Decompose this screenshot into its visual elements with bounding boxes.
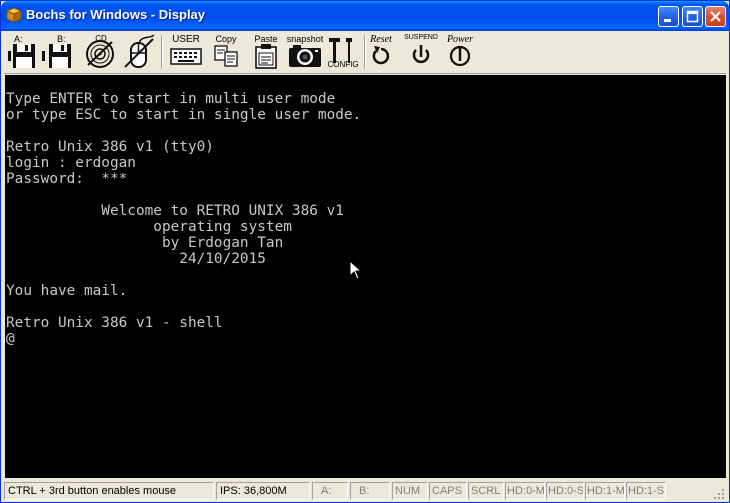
clipboard-paste-icon bbox=[255, 44, 277, 69]
terminal-line: Retro Unix 386 v1 - shell bbox=[6, 315, 223, 331]
status-caps-lock: CAPS bbox=[429, 482, 467, 500]
cdrom-button[interactable]: CD bbox=[82, 33, 120, 71]
floppy-a-button[interactable]: A: bbox=[6, 33, 42, 71]
resize-grip-icon[interactable] bbox=[713, 488, 725, 500]
power-icon bbox=[449, 45, 471, 67]
suspend-icon bbox=[412, 45, 430, 64]
camera-icon bbox=[289, 45, 321, 67]
maximize-icon bbox=[686, 10, 699, 23]
terminal-line: Type ENTER to start in multi user mode bbox=[6, 91, 336, 107]
status-num-lock: NUM bbox=[392, 482, 428, 500]
bochs-icon bbox=[6, 7, 22, 23]
bochs-window: Bochs for Windows - Display A: B: CD USE… bbox=[0, 0, 730, 503]
terminal-line: by Erdogan Tan bbox=[6, 235, 284, 251]
paste-button[interactable]: Paste bbox=[246, 33, 286, 71]
status-hint: CTRL + 3rd button enables mouse bbox=[4, 482, 214, 500]
minimize-icon bbox=[664, 19, 671, 22]
reset-icon bbox=[372, 46, 390, 65]
cd-disc-icon bbox=[86, 40, 114, 68]
emulator-display[interactable]: Type ENTER to start in multi user mode o… bbox=[5, 75, 726, 478]
maximize-button[interactable] bbox=[682, 6, 703, 27]
terminal-line: @ bbox=[6, 331, 15, 347]
copy-button[interactable]: Copy bbox=[206, 33, 246, 71]
close-icon bbox=[710, 11, 721, 22]
status-scroll-lock: SCRL bbox=[468, 482, 504, 500]
status-floppy-b: B: bbox=[350, 482, 390, 500]
minimize-button[interactable] bbox=[658, 6, 679, 27]
terminal-output: Type ENTER to start in multi user mode o… bbox=[6, 91, 361, 347]
terminal-line: Password: *** bbox=[6, 171, 128, 187]
toolbar: A: B: CD USER Copy Paste snapshot CONFIG… bbox=[4, 31, 726, 74]
config-label: CONFIG bbox=[327, 60, 359, 69]
terminal-line: Retro Unix 386 v1 (tty0) bbox=[6, 139, 214, 155]
reset-button[interactable]: Reset bbox=[362, 33, 400, 71]
status-ips: IPS: 36,800M bbox=[216, 482, 310, 500]
terminal-line: Welcome to RETRO UNIX 386 v1 bbox=[6, 203, 344, 219]
terminal-line: or type ESC to start in single user mode… bbox=[6, 107, 362, 123]
window-title: Bochs for Windows - Display bbox=[26, 7, 206, 22]
terminal-line: You have mail. bbox=[6, 283, 128, 299]
mouse-pointer-icon bbox=[349, 260, 363, 280]
power-button[interactable]: Power bbox=[439, 33, 481, 71]
user-button[interactable]: USER bbox=[166, 33, 206, 71]
keyboard-icon bbox=[170, 48, 202, 65]
suspend-button[interactable]: SUSPEND bbox=[401, 33, 441, 71]
status-hd0-slave: HD:0-S bbox=[546, 482, 584, 500]
copy-icon bbox=[214, 45, 238, 67]
toolbar-separator bbox=[161, 35, 163, 69]
status-bar: CTRL + 3rd button enables mouse IPS: 36,… bbox=[4, 481, 726, 501]
terminal-line: 24/10/2015 bbox=[6, 251, 266, 267]
mouse-disabled-icon bbox=[124, 34, 155, 68]
status-hd1-master: HD:1-M bbox=[585, 482, 625, 500]
snapshot-button[interactable]: snapshot bbox=[284, 33, 326, 71]
status-hd0-master: HD:0-M bbox=[505, 482, 545, 500]
terminal-line: login : erdogan bbox=[6, 155, 136, 171]
status-hd1-slave: HD:1-S bbox=[626, 482, 666, 500]
status-floppy-a: A: bbox=[312, 482, 348, 500]
config-button[interactable]: CONFIG bbox=[325, 33, 361, 71]
floppy-b-button[interactable]: B: bbox=[42, 33, 78, 71]
floppy-disk-icon bbox=[42, 44, 71, 68]
floppy-disk-icon bbox=[8, 44, 35, 68]
mouse-button[interactable] bbox=[120, 33, 158, 71]
terminal-line: operating system bbox=[6, 219, 292, 235]
close-button[interactable] bbox=[705, 6, 726, 27]
title-bar[interactable]: Bochs for Windows - Display bbox=[1, 1, 729, 31]
